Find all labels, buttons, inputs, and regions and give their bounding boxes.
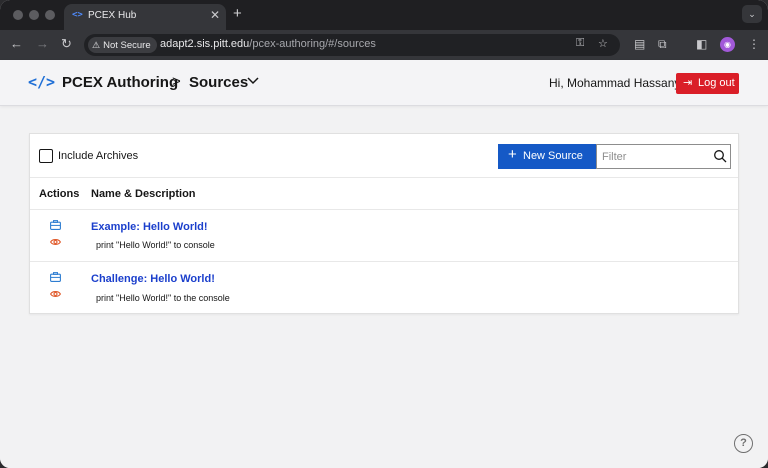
browser-tab[interactable]: <> PCEX Hub ✕	[64, 4, 226, 30]
url-text[interactable]: adapt2.sis.pitt.edu/pcex-authoring/#/sou…	[160, 38, 376, 50]
source-name-link[interactable]: Example: Hello World!	[91, 221, 208, 233]
profile-avatar[interactable]: ◉	[720, 37, 735, 52]
url-host: adapt2.sis.pitt.edu	[160, 38, 250, 50]
close-window-button[interactable]	[13, 10, 23, 20]
app-header: </> PCEX Authoring > Sources Hi, Mohamma…	[0, 60, 768, 106]
close-tab-icon[interactable]: ✕	[210, 8, 220, 22]
eye-icon[interactable]	[50, 290, 61, 298]
search-icon[interactable]	[713, 149, 727, 163]
tab-title: PCEX Hub	[88, 10, 137, 21]
security-label: Not Secure	[103, 40, 151, 51]
code-logo-icon[interactable]: </>	[28, 73, 55, 91]
eye-icon[interactable]	[50, 238, 61, 246]
filter-input[interactable]	[596, 144, 731, 169]
include-archives-label[interactable]: Include Archives	[58, 150, 138, 162]
new-tab-button[interactable]: +	[233, 5, 242, 22]
new-source-label: New Source	[523, 150, 583, 162]
forward-icon[interactable]: →	[36, 36, 49, 51]
warning-icon: ⚠	[92, 40, 101, 50]
app-title[interactable]: PCEX Authoring	[62, 74, 178, 91]
breadcrumb-current[interactable]: Sources	[189, 74, 248, 91]
user-greeting: Hi, Mohammad Hassany	[549, 76, 681, 90]
browser-window: <> PCEX Hub ✕ + ⌄ ← → ↻ ⚠ Not Secure adap…	[0, 0, 768, 468]
logout-label: Log out	[698, 77, 735, 89]
include-archives-checkbox[interactable]	[39, 149, 53, 163]
reload-icon[interactable]: ↻	[61, 36, 72, 52]
page: </> PCEX Authoring > Sources Hi, Mohamma…	[0, 60, 768, 468]
logout-button[interactable]: ⇥ Log out	[676, 73, 739, 94]
minimize-window-button[interactable]	[29, 10, 39, 20]
extensions-icon[interactable]: ⧉	[658, 37, 667, 52]
key-icon[interactable]: ⚿	[576, 37, 584, 50]
column-header-name: Name & Description	[91, 188, 196, 200]
source-name-link[interactable]: Challenge: Hello World!	[91, 273, 215, 285]
url-path: /pcex-authoring/#/sources	[249, 38, 376, 50]
help-icon[interactable]: ?	[734, 434, 753, 453]
security-indicator[interactable]: ⚠ Not Secure	[88, 37, 157, 53]
zoom-window-button[interactable]	[45, 10, 55, 20]
sources-table-card: Include Archives + New Source Actions Na…	[29, 133, 739, 314]
table-row: Challenge: Hello World! print "Hello Wor…	[30, 262, 738, 314]
plus-icon: +	[508, 146, 517, 163]
tab-strip: <> PCEX Hub ✕ + ⌄	[0, 0, 768, 30]
source-description: print "Hello World!" to console	[96, 240, 215, 250]
back-icon[interactable]: ←	[10, 36, 23, 51]
browser-menu-icon[interactable]: ⋮	[748, 37, 760, 51]
source-description: print "Hello World!" to the console	[96, 293, 230, 303]
table-row: Example: Hello World! print "Hello World…	[30, 210, 738, 262]
archive-icon[interactable]	[50, 272, 61, 282]
tab-search-button[interactable]: ⌄	[742, 5, 762, 23]
chevron-down-icon[interactable]	[247, 76, 259, 88]
side-panel-icon[interactable]: ◧	[696, 37, 707, 51]
logout-icon: ⇥	[683, 77, 693, 89]
column-header-actions: Actions	[39, 188, 80, 200]
bookmark-star-icon[interactable]: ☆	[598, 37, 608, 50]
address-bar[interactable]: ⚠ Not Secure adapt2.sis.pitt.edu/pcex-aut…	[84, 34, 620, 56]
divider	[30, 177, 738, 178]
browser-toolbar: ← → ↻ ⚠ Not Secure adapt2.sis.pitt.edu/pc…	[0, 30, 768, 60]
breadcrumb-separator: >	[172, 73, 181, 90]
archive-icon[interactable]	[50, 220, 61, 230]
reading-list-icon[interactable]: ▤	[634, 37, 645, 51]
favicon-icon: <>	[72, 10, 83, 20]
